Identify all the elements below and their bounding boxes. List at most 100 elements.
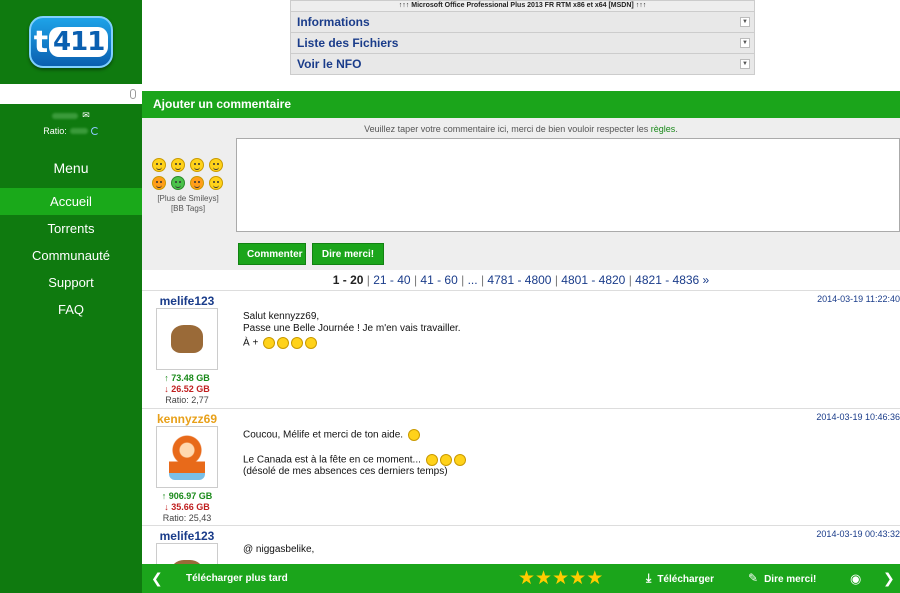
chevron-down-icon[interactable]: ▼ [740,59,750,69]
smiley-icon [407,429,420,441]
nav-accueil[interactable]: Accueil [0,188,142,215]
nav-torrents[interactable]: Torrents [0,215,142,242]
star-icon[interactable]: ★ [552,568,569,589]
download-label: Télécharger [657,574,715,585]
download-icon: ⤓ [646,571,652,585]
eye-icon[interactable]: ◉ [850,564,861,593]
section-label: Voir le NFO [297,57,362,71]
comment-textarea[interactable] [236,138,900,232]
smiley-wave-icon[interactable] [208,158,223,172]
comment-date: 2014-03-19 11:22:40 [817,294,900,304]
bb-tags-link[interactable]: [BB Tags] [150,204,226,214]
page-link[interactable]: 41 - 60 [420,273,457,287]
refresh-icon[interactable] [90,127,99,135]
torrent-panel: ↑↑↑ Microsoft Office Professional Plus 2… [290,0,755,75]
page-link[interactable]: 21 - 40 [373,273,410,287]
logo-area: t 411 [0,0,142,84]
comment-author[interactable]: melife123 [142,529,232,543]
nav-support[interactable]: Support [0,269,142,296]
smiley-angry-icon[interactable] [151,176,166,190]
current-page: 1 - 20 [332,273,364,287]
user-stats: ↑ 73.48 GB ↓ 26.52 GB Ratio: 2,77 [142,373,232,406]
section-label: Liste des Fichiers [297,36,399,50]
smiley-panel: [Plus de Smileys] [BB Tags] [150,158,226,214]
section-file-list[interactable]: Liste des Fichiers ▼ [290,33,755,54]
user-box: ✉ Ratio: [0,104,142,148]
comment-line: Coucou, Mélife et merci de ton aide. [243,429,404,441]
add-comment-header: Ajouter un commentaire [142,91,900,118]
bottom-action-bar: ❮ Télécharger plus tard ★★★★★ ⤓ Télécharg… [142,564,900,593]
smiley-icon [439,453,452,466]
page-link[interactable]: 4801 - 4820 [561,273,625,287]
torrent-title: ↑↑↑ Microsoft Office Professional Plus 2… [290,0,755,12]
chevron-down-icon[interactable]: ▼ [740,38,750,48]
comment-body: Salut kennyzz69, Passe une Belle Journée… [243,311,461,350]
comment-hint: Veuillez taper votre commentaire ici, me… [142,118,900,134]
site-logo[interactable]: t 411 [29,16,113,68]
chevron-left-icon[interactable]: ❮ [151,564,163,593]
submit-comment-button[interactable]: Commenter [238,243,306,265]
pencil-icon: ✎ [748,571,759,585]
search-input[interactable] [0,84,142,104]
sidebar: t 411 ✉ Ratio: Menu Accueil Torrents Comm… [0,0,142,593]
rules-link[interactable]: règles [651,124,676,134]
ratio-stat: Ratio: 2,77 [165,395,209,405]
smiley-sad-icon[interactable] [189,158,204,172]
upload-stat: ↑ 906.97 GB [161,491,213,501]
smiley-smile-icon[interactable] [170,158,185,172]
star-icon[interactable]: ★ [535,568,552,589]
avatar[interactable] [156,543,218,564]
download-later-button[interactable]: Télécharger plus tard [186,564,288,593]
say-thanks-bar-button[interactable]: ✎ Dire merci! [748,564,816,593]
smiley-icon [305,337,318,349]
page-link-last[interactable]: 4821 - 4836 » [635,273,709,287]
star-icon[interactable]: ★ [586,568,603,589]
chevron-down-icon[interactable]: ▼ [740,17,750,27]
smiley-icon [263,337,276,349]
comment-line: Le Canada est à la fête en ce moment... [243,454,421,466]
ratio-stat: Ratio: 25,43 [162,513,212,523]
comment-line: Salut kennyzz69, [243,311,320,322]
download-stat: ↓ 26.52 GB [164,384,210,394]
pagination: 1 - 20 | 21 - 40 | 41 - 60 | ... | 4781 … [332,273,710,287]
star-icon[interactable]: ★ [569,568,586,589]
microphone-icon[interactable] [130,89,136,99]
comment-body: @ niggasbelike, [243,544,314,556]
comment-date: 2014-03-19 10:46:36 [816,412,900,422]
avatar[interactable] [156,308,218,370]
smiley-icon [453,453,466,466]
ratio-value-blurred [69,128,88,134]
main-content: ↑↑↑ Microsoft Office Professional Plus 2… [142,0,900,593]
download-stat: ↓ 35.66 GB [164,502,210,512]
ratio-label: Ratio: [43,126,67,136]
menu-title: Menu [53,160,89,176]
page-link[interactable]: 4781 - 4800 [487,273,551,287]
user-stats: ↑ 906.97 GB ↓ 35.66 GB Ratio: 25,43 [142,491,232,524]
comment-body: Coucou, Mélife et merci de ton aide. Le … [243,429,466,478]
smiley-sick-icon[interactable] [170,176,185,190]
chevron-right-icon[interactable]: ❯ [883,564,895,593]
smiley-cool-icon[interactable] [208,176,223,190]
say-thanks-label: Dire merci! [764,574,817,585]
section-informations[interactable]: Informations ▼ [290,12,755,33]
page-ellipsis[interactable]: ... [468,273,478,287]
star-icon[interactable]: ★ [518,568,535,589]
comment-line: À + [243,337,259,349]
comment-item: melife123 2014-03-19 00:43:32 @ niggasbe… [142,525,900,564]
avatar[interactable] [156,426,218,488]
comment-author[interactable]: melife123 [142,294,232,308]
messages-icon[interactable]: ✉ [82,110,90,121]
nav-faq[interactable]: FAQ [0,296,142,323]
say-thanks-button[interactable]: Dire merci! [312,243,384,265]
smiley-grin-icon[interactable] [151,158,166,172]
section-nfo[interactable]: Voir le NFO ▼ [290,54,755,75]
smiley-shock-icon[interactable] [189,176,204,190]
comment-line: Passe une Belle Journée ! Je m'en vais t… [243,323,461,334]
more-smileys-link[interactable]: [Plus de Smileys] [150,194,226,204]
smiley-icon [277,337,290,349]
nav-communaute[interactable]: Communauté [0,242,142,269]
rating-stars[interactable]: ★★★★★ [518,564,603,593]
comment-author[interactable]: kennyzz69 [142,412,232,426]
username-blurred[interactable] [52,112,79,119]
download-button[interactable]: ⤓ Télécharger [646,564,714,593]
